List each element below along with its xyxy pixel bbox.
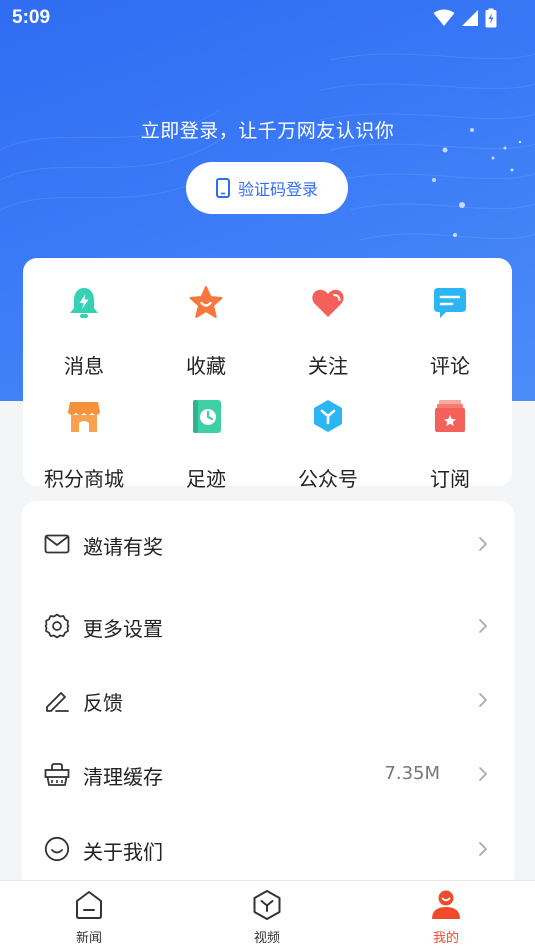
shortcut-grid: 消息 收藏 关注 评论 积分商城 足迹 公众号 订阅 — [23, 258, 512, 491]
grid-item-follow[interactable]: 关注 — [267, 285, 389, 385]
login-prompt: 立即登录，让千万网友认识你 — [140, 120, 395, 142]
chevron-right-icon — [478, 766, 488, 782]
menu-label: 清理缓存 — [83, 765, 163, 789]
cache-size-value: 7.35M — [384, 763, 440, 784]
chevron-right-icon — [478, 618, 488, 634]
grid-label: 消息 — [64, 354, 104, 378]
clock-book-icon — [188, 398, 224, 434]
grid-item-subscribe[interactable]: 订阅 — [389, 398, 511, 498]
grid-item-points-mall[interactable]: 积分商城 — [23, 398, 145, 498]
menu-label: 关于我们 — [83, 840, 163, 864]
tab-mine[interactable]: 我的 — [386, 881, 506, 951]
chat-icon — [432, 285, 468, 321]
grid-label: 评论 — [430, 354, 470, 378]
heart-icon — [310, 285, 346, 321]
grid-label: 公众号 — [298, 467, 358, 491]
video-hexagon-icon — [251, 889, 283, 921]
grid-label: 积分商城 — [44, 467, 124, 491]
menu-item-about[interactable]: 关于我们 — [22, 818, 514, 878]
tab-label: 新闻 — [75, 931, 102, 946]
sms-login-button[interactable]: 验证码登录 — [186, 162, 348, 214]
pencil-icon — [44, 687, 70, 713]
bottom-tab-bar: 新闻 视频 我的 — [0, 880, 535, 951]
chevron-right-icon — [478, 536, 488, 552]
menu-item-feedback[interactable]: 反馈 — [22, 669, 514, 729]
menu-item-settings[interactable]: 更多设置 — [22, 595, 514, 655]
basket-icon — [44, 761, 70, 787]
grid-label: 收藏 — [186, 354, 226, 378]
smile-icon — [44, 836, 70, 862]
tab-label: 我的 — [432, 931, 459, 946]
tab-news[interactable]: 新闻 — [29, 881, 149, 951]
user-icon — [430, 889, 462, 921]
grid-item-favorite[interactable]: 收藏 — [145, 285, 267, 385]
wifi-icon — [433, 9, 455, 31]
shop-icon — [66, 398, 102, 434]
menu-label: 邀请有奖 — [83, 535, 163, 559]
signal-icon — [461, 9, 479, 31]
status-bar: 5:09 — [0, 0, 535, 38]
grid-label: 足迹 — [186, 467, 226, 491]
tab-label: 视频 — [253, 931, 280, 946]
menu-label: 更多设置 — [83, 617, 163, 641]
chevron-right-icon — [478, 841, 488, 857]
hexagon-icon — [310, 398, 346, 434]
gear-icon — [44, 613, 70, 639]
grid-item-history[interactable]: 足迹 — [145, 398, 267, 498]
menu-item-invite[interactable]: 邀请有奖 — [22, 513, 514, 573]
sms-login-label: 验证码登录 — [237, 180, 318, 199]
ribbon-box-icon — [432, 398, 468, 434]
star-icon — [188, 285, 224, 321]
mail-icon — [44, 531, 70, 557]
grid-label: 订阅 — [430, 467, 470, 491]
tab-video[interactable]: 视频 — [207, 881, 327, 951]
grid-item-comment[interactable]: 评论 — [389, 285, 511, 385]
settings-menu: 邀请有奖 更多设置 反馈 清理缓存 7.35M 关于我们 — [22, 501, 514, 891]
bell-icon — [66, 285, 102, 321]
menu-label: 反馈 — [83, 691, 123, 715]
grid-item-message[interactable]: 消息 — [23, 285, 145, 385]
grid-label: 关注 — [308, 354, 348, 378]
home-icon — [73, 889, 105, 921]
status-time: 5:09 — [12, 7, 51, 28]
battery-icon — [485, 8, 497, 32]
grid-item-official-accounts[interactable]: 公众号 — [267, 398, 389, 498]
phone-icon — [215, 178, 230, 198]
chevron-right-icon — [478, 692, 488, 708]
menu-item-clear-cache[interactable]: 清理缓存 7.35M — [22, 743, 514, 803]
